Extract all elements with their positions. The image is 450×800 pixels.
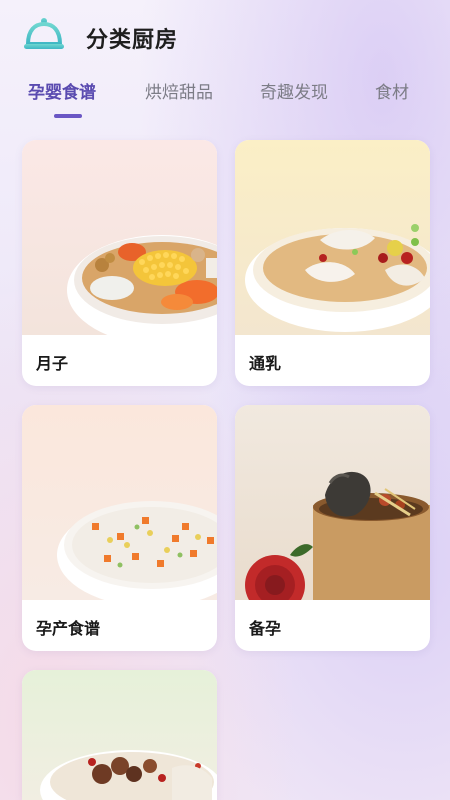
tab-baking-desserts[interactable]: 烘焙甜品 <box>145 78 213 103</box>
fish-soup-photo <box>235 140 430 335</box>
category-card-pregnancy-recipes[interactable]: 孕产食谱 <box>22 405 217 651</box>
tab-fun-discoveries[interactable]: 奇趣发现 <box>260 78 328 103</box>
active-tab-indicator <box>54 114 82 118</box>
category-tabs: 孕婴食谱 烘焙甜品 奇趣发现 食材 <box>0 70 450 120</box>
category-card-partial[interactable] <box>22 670 217 800</box>
category-label: 孕产食谱 <box>36 619 101 638</box>
black-chicken-soup-photo <box>235 405 430 600</box>
page-title: 分类厨房 <box>86 28 179 53</box>
vegetable-rice-porridge-photo <box>22 405 217 600</box>
tab-ingredients[interactable]: 食材 <box>375 78 409 103</box>
category-card-postpartum[interactable]: 月子 <box>22 140 217 386</box>
category-label: 通乳 <box>249 354 282 373</box>
category-label: 备孕 <box>249 619 282 638</box>
category-card-lactation[interactable]: 通乳 <box>235 140 430 386</box>
chicken-mushroom-soup-photo <box>22 670 217 800</box>
category-label: 月子 <box>36 354 69 373</box>
cloche-icon <box>24 18 64 49</box>
tab-pregnancy-baby-recipes[interactable]: 孕婴食谱 <box>28 78 96 103</box>
corn-carrot-soup-photo <box>22 140 217 335</box>
app-header: 分类厨房 <box>0 0 450 70</box>
category-card-pre-pregnancy[interactable]: 备孕 <box>235 405 430 651</box>
